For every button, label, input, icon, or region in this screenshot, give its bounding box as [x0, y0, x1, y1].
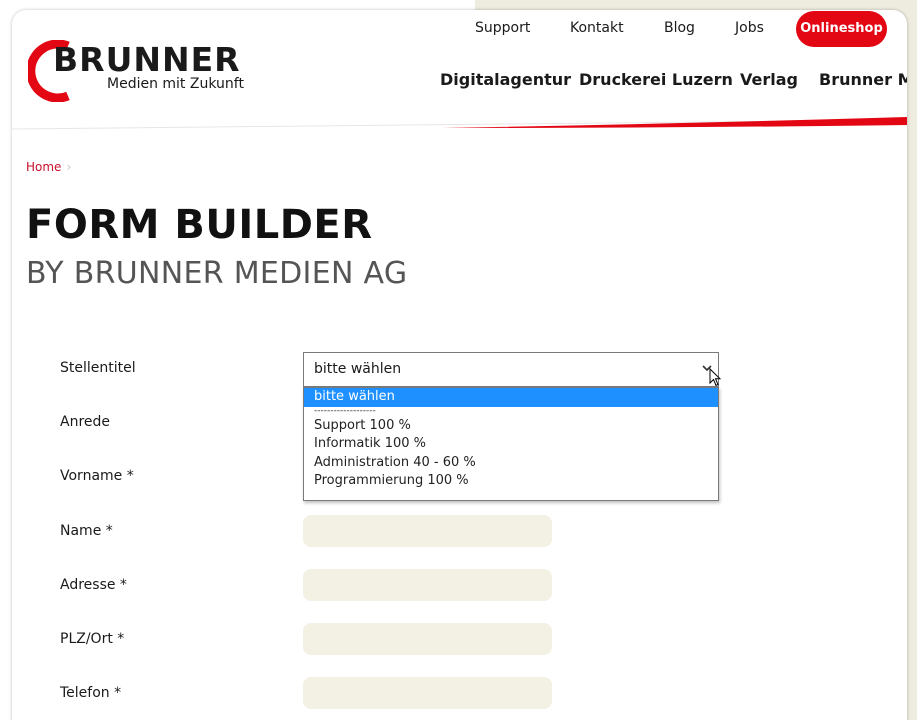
page-title: FORM BUILDER [26, 202, 373, 248]
main-nav-digitalagentur[interactable]: Digitalagentur [440, 70, 571, 89]
onlineshop-button[interactable]: Onlineshop [796, 11, 887, 47]
label-telefon: Telefon * [60, 685, 122, 701]
header-swoosh-divider [12, 117, 907, 130]
top-nav-jobs[interactable]: Jobs [735, 20, 764, 36]
page-subtitle: BY BRUNNER MEDIEN AG [26, 256, 408, 291]
main-nav-druckerei-luzern[interactable]: Druckerei Luzern [579, 70, 733, 89]
breadcrumb-separator: › [66, 160, 72, 174]
dropdown-option[interactable]: Programmierung 100 % [304, 472, 718, 491]
main-nav-brunner-medien[interactable]: Brunner Me [819, 70, 907, 89]
plz-ort-field[interactable] [303, 623, 552, 655]
stellentitel-dropdown-list: bitte wählen ------------------- Support… [303, 387, 719, 501]
main-nav-verlag[interactable]: Verlag [740, 70, 798, 89]
brunner-logo[interactable]: BRUNNER Medien mit Zukunft [28, 40, 268, 104]
site-card: BRUNNER Medien mit Zukunft Support Konta… [12, 10, 907, 720]
logo-name: BRUNNER [53, 40, 241, 79]
adresse-field[interactable] [303, 569, 552, 601]
telefon-field[interactable] [303, 677, 552, 709]
label-stellentitel: Stellentitel [60, 360, 136, 376]
mouse-cursor-icon [709, 368, 722, 387]
top-nav-support[interactable]: Support [475, 20, 530, 36]
breadcrumb-home[interactable]: Home [26, 160, 61, 174]
dropdown-option[interactable]: Administration 40 - 60 % [304, 454, 718, 473]
dropdown-option[interactable]: bitte wählen [304, 388, 718, 407]
top-nav-kontakt[interactable]: Kontakt [570, 20, 624, 36]
label-name: Name * [60, 523, 113, 539]
label-anrede: Anrede [60, 414, 111, 430]
logo-tagline: Medien mit Zukunft [107, 76, 244, 92]
top-nav-blog[interactable]: Blog [664, 20, 695, 36]
breadcrumb: Home › [26, 160, 71, 174]
stellentitel-select-value: bitte wählen [314, 361, 402, 377]
dropdown-option[interactable]: Support 100 % [304, 417, 718, 436]
label-plz-ort: PLZ/Ort * [60, 631, 125, 647]
label-vorname: Vorname * [60, 468, 134, 484]
stellentitel-select[interactable]: bitte wählen [303, 352, 719, 387]
label-adresse: Adresse * [60, 577, 127, 593]
dropdown-option[interactable]: Informatik 100 % [304, 435, 718, 454]
dropdown-option-separator[interactable]: ------------------- [304, 406, 718, 417]
name-field[interactable] [303, 515, 552, 547]
